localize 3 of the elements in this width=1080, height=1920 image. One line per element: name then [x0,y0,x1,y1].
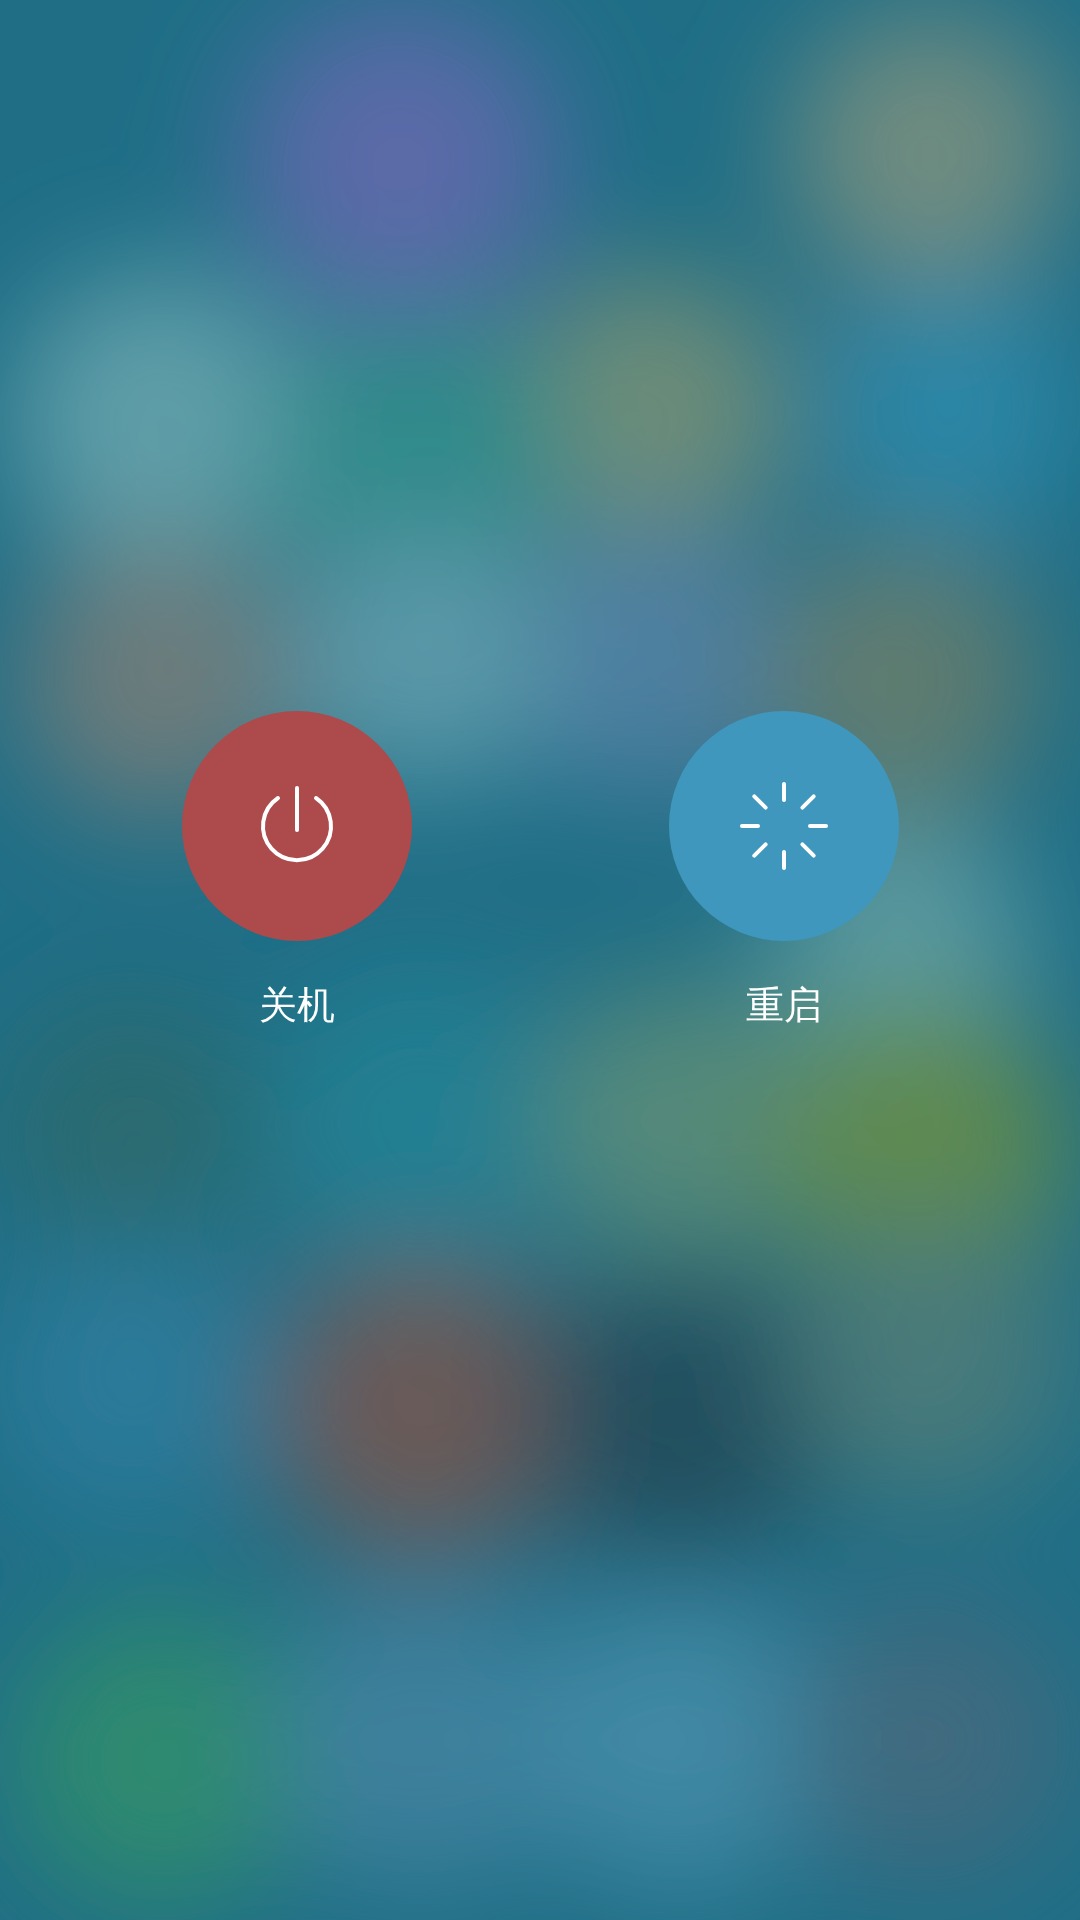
button-label: 关机 [259,982,335,1029]
button-label: 重启 [746,982,822,1029]
spinner-icon [739,781,829,871]
